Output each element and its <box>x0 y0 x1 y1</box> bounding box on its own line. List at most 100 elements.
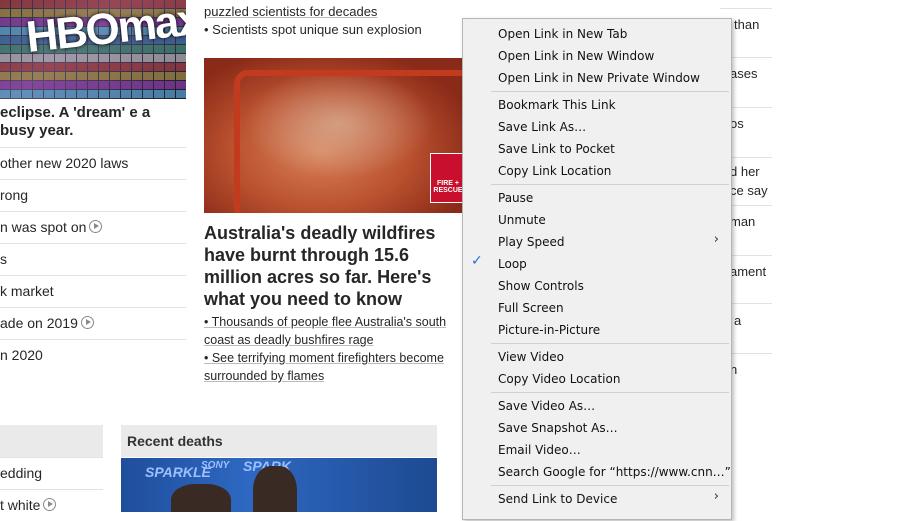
right-story-text[interactable]: than <box>734 17 759 32</box>
menu-email-video[interactable]: Email Video… <box>498 439 581 461</box>
main-headline[interactable]: Australia's deadly wildfires have burnt … <box>204 222 462 310</box>
thumbnail-tile <box>33 63 43 71</box>
right-story-text[interactable]: ases <box>730 66 757 81</box>
left-story-item[interactable]: rong <box>0 179 186 211</box>
fire-rescue-badge: FIRE + RESCUE <box>430 153 462 203</box>
left-story-item[interactable]: other new 2020 laws <box>0 147 186 179</box>
menu-copy-video-location[interactable]: Copy Video Location <box>498 368 620 390</box>
thumbnail-tile <box>0 9 10 17</box>
thumbnail-tile <box>44 90 54 98</box>
left-story-item[interactable]: t white <box>0 489 103 521</box>
thumbnail-tile <box>176 54 186 62</box>
left-story-item[interactable]: ade on 2019 <box>0 307 186 339</box>
menu-unmute[interactable]: Unmute <box>498 209 546 231</box>
thumbnail-tile <box>176 72 186 80</box>
left-story-item[interactable]: edding <box>0 457 103 489</box>
thumbnail-tile <box>165 72 175 80</box>
photo-backdrop-text: SONY <box>201 460 230 471</box>
menu-open-new-window[interactable]: Open Link in New Window <box>498 45 654 67</box>
menu-save-snapshot-as[interactable]: Save Snapshot As… <box>498 417 618 439</box>
right-story-text[interactable]: os <box>730 116 744 131</box>
thumbnail-tile <box>44 0 54 8</box>
thumbnail-tile <box>66 90 76 98</box>
person-silhouette <box>171 484 231 512</box>
menu-separator <box>491 91 729 92</box>
thumbnail-tile <box>77 72 87 80</box>
thumbnail-tile <box>77 90 87 98</box>
menu-bookmark-link[interactable]: Bookmark This Link <box>498 94 616 116</box>
thumbnail-tile <box>11 90 21 98</box>
thumbnail-tile <box>0 81 10 89</box>
right-story-text[interactable]: a <box>734 313 741 328</box>
thumbnail-tile <box>110 90 120 98</box>
wildfire-video[interactable]: FIRE + RESCUE <box>204 58 462 213</box>
left-story-item[interactable]: n 2020 <box>0 339 186 371</box>
menu-view-video[interactable]: View Video <box>498 346 564 368</box>
thumbnail-tile <box>176 63 186 71</box>
hbo-max-image[interactable]: HBOmax <box>0 0 186 99</box>
thumbnail-tile <box>22 72 32 80</box>
thumbnail-tile <box>132 90 142 98</box>
person-silhouette <box>253 466 297 512</box>
menu-save-to-pocket[interactable]: Save Link to Pocket <box>498 138 615 160</box>
thumbnail-tile <box>176 90 186 98</box>
left-story-item[interactable]: k market <box>0 275 186 307</box>
thumbnail-tile <box>132 72 142 80</box>
right-story-text[interactable]: d her <box>730 164 760 179</box>
menu-search-google[interactable]: Search Google for “https://www.cnn…” <box>498 461 731 483</box>
left-story-item[interactable]: s <box>0 243 186 275</box>
menu-loop[interactable]: Loop <box>498 253 527 275</box>
thumbnail-tile <box>154 81 164 89</box>
left-story-item[interactable]: n was spot on <box>0 211 186 243</box>
thumbnail-tile <box>99 63 109 71</box>
right-story-text[interactable]: man <box>730 214 755 229</box>
thumbnail-tile <box>55 72 65 80</box>
left-headline[interactable]: eclipse. A 'dream' e a busy year. <box>0 104 186 140</box>
menu-open-private-window[interactable]: Open Link in New Private Window <box>498 67 700 89</box>
top-story-bullet[interactable]: • Scientists spot unique sun explosion <box>204 21 422 39</box>
top-story-snippet[interactable]: puzzled scientists for decades • Scienti… <box>204 3 422 39</box>
menu-save-link-as[interactable]: Save Link As… <box>498 116 586 138</box>
menu-send-link-to-device[interactable]: Send Link to Device <box>498 488 617 510</box>
thumbnail-tile <box>11 81 21 89</box>
thumbnail-tile <box>0 90 10 98</box>
recent-deaths-title[interactable]: Recent deaths <box>127 433 223 449</box>
thumbnail-tile <box>110 72 120 80</box>
right-story-text[interactable]: ce say <box>730 183 768 198</box>
thumbnail-tile <box>77 81 87 89</box>
vehicle-window-frame <box>234 70 462 213</box>
menu-open-new-tab[interactable]: Open Link in New Tab <box>498 23 627 45</box>
thumbnail-tile <box>121 90 131 98</box>
menu-copy-link-location[interactable]: Copy Link Location <box>498 160 611 182</box>
thumbnail-tile <box>33 0 43 8</box>
left-bottom-list: edding t white <box>0 457 103 521</box>
menu-full-screen[interactable]: Full Screen <box>498 297 564 319</box>
right-story-text[interactable]: ament <box>730 264 766 279</box>
thumbnail-tile <box>154 63 164 71</box>
thumbnail-tile <box>11 63 21 71</box>
thumbnail-tile <box>165 90 175 98</box>
thumbnail-tile <box>44 72 54 80</box>
menu-pause[interactable]: Pause <box>498 187 533 209</box>
thumbnail-tile <box>11 18 21 26</box>
thumbnail-tile <box>143 72 153 80</box>
thumbnail-tile <box>143 54 153 62</box>
menu-save-video-as[interactable]: Save Video As… <box>498 395 595 417</box>
menu-separator <box>491 485 729 486</box>
thumbnail-tile <box>55 90 65 98</box>
menu-show-controls[interactable]: Show Controls <box>498 275 584 297</box>
menu-picture-in-picture[interactable]: Picture-in-Picture <box>498 319 600 341</box>
menu-play-speed[interactable]: Play Speed <box>498 231 564 253</box>
thumbnail-tile <box>22 81 32 89</box>
recent-deaths-photo[interactable]: SPARKLE SONY SPARK <box>121 458 437 512</box>
thumbnail-tile <box>22 0 32 8</box>
thumbnail-tile <box>154 54 164 62</box>
thumbnail-tile <box>143 90 153 98</box>
related-link[interactable]: • Thousands of people flee Australia's s… <box>204 313 462 349</box>
top-story-line[interactable]: puzzled scientists for decades <box>204 3 422 21</box>
thumbnail-tile <box>55 0 65 8</box>
related-link[interactable]: • See terrifying moment firefighters bec… <box>204 349 462 385</box>
chevron-right-icon: › <box>713 232 719 247</box>
thumbnail-tile <box>11 36 21 44</box>
thumbnail-tile <box>0 0 10 8</box>
